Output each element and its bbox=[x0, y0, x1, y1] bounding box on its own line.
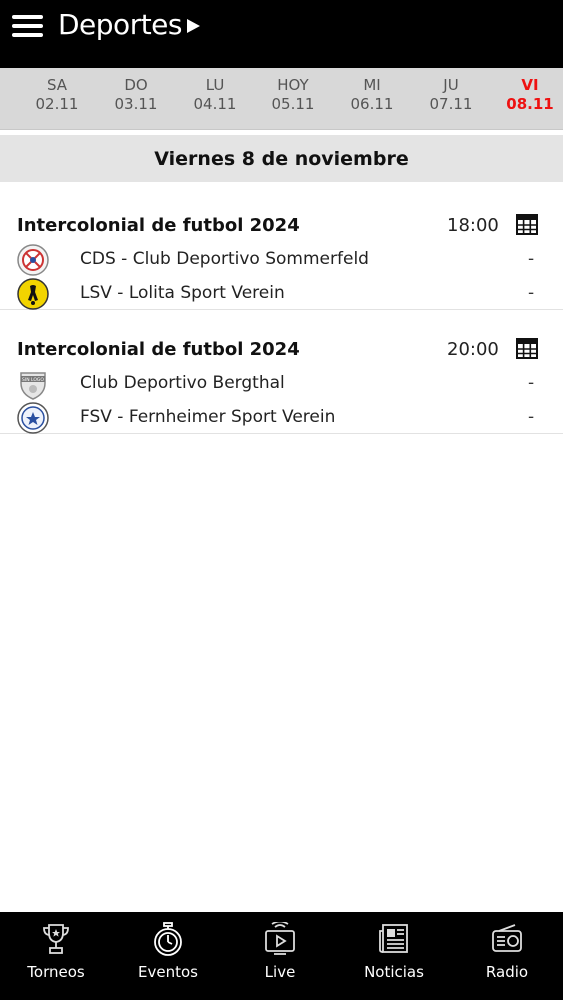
day-tab-do[interactable]: DO 03.11 bbox=[101, 76, 171, 114]
newspaper-icon bbox=[379, 924, 408, 953]
date-header: Viernes 8 de noviembre bbox=[0, 135, 563, 182]
day-date: 04.11 bbox=[193, 95, 237, 113]
day-name: HOY bbox=[277, 76, 309, 94]
team-row[interactable]: SIN LOGO Club Deportivo Bergthal - bbox=[0, 367, 563, 401]
stopwatch-icon bbox=[154, 922, 182, 956]
nav-label: Torneos bbox=[27, 963, 85, 981]
day-date: 07.11 bbox=[429, 95, 473, 113]
team-name: CDS - Club Deportivo Sommerfeld bbox=[80, 249, 369, 269]
nav-eventos[interactable]: Eventos bbox=[112, 912, 224, 1000]
event-tournament: Intercolonial de futbol 2024 bbox=[17, 339, 300, 360]
day-name: DO bbox=[124, 76, 148, 94]
day-tab-vi[interactable]: VI 08.11 bbox=[495, 76, 563, 114]
day-date: 06.11 bbox=[350, 95, 394, 113]
nav-label: Eventos bbox=[138, 963, 198, 981]
day-tab-mi[interactable]: MI 06.11 bbox=[337, 76, 407, 114]
nav-label: Radio bbox=[485, 963, 529, 981]
trophy-icon bbox=[43, 924, 69, 954]
team-row[interactable]: FSV - Fernheimer Sport Verein - bbox=[0, 401, 563, 435]
team-name: Club Deportivo Bergthal bbox=[80, 373, 285, 393]
day-name: MI bbox=[363, 76, 381, 94]
calendar-grid-icon[interactable] bbox=[516, 338, 538, 359]
menu-icon[interactable] bbox=[12, 15, 43, 37]
team-row[interactable]: CDS - Club Deportivo Sommerfeld - bbox=[0, 243, 563, 277]
team-name: LSV - Lolita Sport Verein bbox=[80, 283, 285, 303]
day-selector: SA 02.11 DO 03.11 LU 04.11 HOY 05.11 MI … bbox=[0, 68, 563, 130]
event-time: 20:00 bbox=[447, 339, 499, 360]
day-name: JU bbox=[443, 76, 459, 94]
nav-noticias[interactable]: Noticias bbox=[338, 912, 450, 1000]
radio-icon bbox=[492, 924, 522, 952]
team-score: - bbox=[528, 249, 535, 269]
team-score: - bbox=[528, 373, 535, 393]
team-score: - bbox=[528, 407, 535, 427]
sommerfeld-crest-icon bbox=[17, 244, 49, 276]
svg-text:SIN LOGO: SIN LOGO bbox=[22, 377, 44, 383]
day-date: 03.11 bbox=[114, 95, 158, 113]
bottom-navigation: Torneos Eventos Live Noticias Radio bbox=[0, 912, 563, 1000]
day-tab-ju[interactable]: JU 07.11 bbox=[416, 76, 486, 114]
nav-live[interactable]: Live bbox=[224, 912, 336, 1000]
team-name: FSV - Fernheimer Sport Verein bbox=[80, 407, 336, 427]
no-logo-crest-icon: SIN LOGO bbox=[20, 372, 46, 400]
day-date: 08.11 bbox=[506, 95, 554, 113]
day-date: 05.11 bbox=[271, 95, 315, 113]
event-card[interactable]: Intercolonial de futbol 2024 18:00 CDS -… bbox=[0, 186, 563, 310]
nav-label: Noticias bbox=[364, 963, 424, 981]
page-title[interactable]: Deportes bbox=[58, 8, 183, 41]
day-tab-hoy[interactable]: HOY 05.11 bbox=[258, 76, 328, 114]
day-tab-lu[interactable]: LU 04.11 bbox=[180, 76, 250, 114]
event-card[interactable]: Intercolonial de futbol 2024 20:00 SIN L… bbox=[0, 310, 563, 434]
day-name: SA bbox=[46, 76, 68, 94]
lolita-crest-icon bbox=[17, 278, 49, 310]
nav-label: Live bbox=[264, 963, 296, 981]
top-app-bar: Deportes bbox=[0, 0, 563, 68]
day-date: 02.11 bbox=[35, 95, 79, 113]
nav-torneos[interactable]: Torneos bbox=[0, 912, 112, 1000]
day-name: LU bbox=[205, 76, 225, 94]
team-score: - bbox=[528, 283, 535, 303]
fernheimer-crest-icon bbox=[17, 402, 49, 434]
event-time: 18:00 bbox=[447, 215, 499, 236]
calendar-grid-icon[interactable] bbox=[516, 214, 538, 235]
team-row[interactable]: LSV - Lolita Sport Verein - bbox=[0, 277, 563, 311]
day-tab-sa[interactable]: SA 02.11 bbox=[22, 76, 92, 114]
live-tv-icon bbox=[265, 922, 295, 955]
event-tournament: Intercolonial de futbol 2024 bbox=[17, 215, 300, 236]
day-name: VI bbox=[521, 76, 539, 94]
play-arrow-icon[interactable] bbox=[187, 19, 200, 33]
nav-radio[interactable]: Radio bbox=[451, 912, 563, 1000]
